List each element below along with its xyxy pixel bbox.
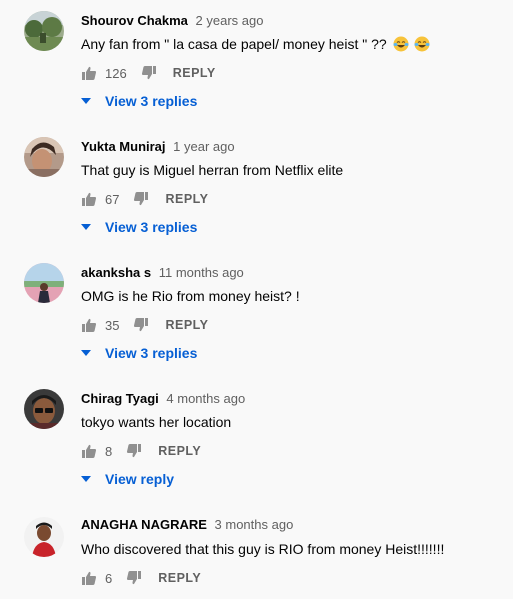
- comment-header: ANAGHA NAGRARE 3 months ago: [81, 517, 293, 532]
- caret-down-icon: [81, 224, 91, 230]
- comment-timestamp[interactable]: 3 months ago: [215, 517, 294, 532]
- comment-header: akanksha s 11 months ago: [81, 265, 244, 280]
- caret-down-icon: [81, 350, 91, 356]
- thumbs-down-icon[interactable]: [133, 191, 149, 207]
- avatar[interactable]: [24, 11, 64, 51]
- caret-down-icon: [81, 476, 91, 482]
- comment-actions: 35 REPLY: [81, 315, 209, 335]
- reply-button[interactable]: REPLY: [165, 318, 208, 332]
- comment-text: tokyo wants her location: [81, 414, 232, 430]
- comment-text: OMG is he Rio from money heist? !: [81, 288, 300, 304]
- view-replies-label: View 3 replies: [105, 219, 198, 235]
- reply-button[interactable]: REPLY: [158, 444, 201, 458]
- thumbs-down-icon[interactable]: [126, 443, 142, 459]
- caret-down-icon: [81, 98, 91, 104]
- like-count: 67: [105, 191, 120, 207]
- comment-timestamp[interactable]: 4 months ago: [166, 391, 245, 406]
- view-replies-button[interactable]: View reply: [79, 471, 174, 487]
- like-count: 35: [105, 317, 120, 333]
- thumbs-up-icon[interactable]: [81, 443, 97, 459]
- thumbs-up-icon[interactable]: [81, 317, 97, 333]
- view-replies-button[interactable]: View 3 replies: [79, 219, 197, 235]
- view-replies-label: View reply: [105, 471, 175, 487]
- comment-text: That guy is Miguel herran from Netflix e…: [81, 162, 344, 178]
- thumbs-down-icon[interactable]: [126, 570, 142, 586]
- comment-actions: 126 REPLY: [81, 63, 216, 83]
- comment-text-body: Any fan from " la casa de papel/ money h…: [81, 36, 387, 52]
- comment-actions: 67 REPLY: [81, 189, 209, 209]
- comment-timestamp[interactable]: 2 years ago: [196, 13, 264, 28]
- comment-author[interactable]: Shourov Chakma: [81, 13, 188, 28]
- thumbs-down-icon[interactable]: [133, 317, 149, 333]
- view-replies-label: View 3 replies: [105, 93, 198, 109]
- avatar[interactable]: [24, 517, 64, 557]
- thumbs-up-icon[interactable]: [81, 570, 97, 586]
- comment-author[interactable]: akanksha s: [81, 265, 151, 280]
- avatar-image: [24, 137, 64, 177]
- comment-actions: 8 REPLY: [81, 441, 201, 461]
- comment-header: Chirag Tyagi 4 months ago: [81, 391, 245, 406]
- thumbs-down-icon[interactable]: [141, 65, 157, 81]
- avatar-image: [24, 517, 64, 557]
- thumbs-up-icon[interactable]: [81, 65, 97, 81]
- comment-text: Who discovered that this guy is RIO from…: [81, 541, 445, 557]
- comment-author[interactable]: Yukta Muniraj: [81, 139, 166, 154]
- comment-header: Shourov Chakma 2 years ago: [81, 13, 263, 28]
- like-count: 6: [105, 570, 113, 586]
- reply-button[interactable]: REPLY: [173, 66, 216, 80]
- comment-author[interactable]: ANAGHA NAGRARE: [81, 517, 207, 532]
- avatar[interactable]: [24, 137, 64, 177]
- comment-timestamp[interactable]: 11 months ago: [159, 265, 244, 280]
- avatar-image: [24, 263, 64, 303]
- reply-button[interactable]: REPLY: [165, 192, 208, 206]
- avatar-image: [24, 11, 64, 51]
- comment-author[interactable]: Chirag Tyagi: [81, 391, 159, 406]
- thumbs-up-icon[interactable]: [81, 191, 97, 207]
- comment-header: Yukta Muniraj 1 year ago: [81, 139, 235, 154]
- avatar[interactable]: [24, 263, 64, 303]
- like-count: 126: [105, 65, 127, 81]
- comment-text: Any fan from " la casa de papel/ money h…: [81, 36, 430, 52]
- view-replies-button[interactable]: View 3 replies: [79, 93, 197, 109]
- tears-of-joy-emoji: [414, 36, 430, 52]
- reply-button[interactable]: REPLY: [158, 571, 201, 585]
- like-count: 8: [105, 443, 113, 459]
- comment-actions: 6 REPLY: [81, 568, 201, 588]
- tears-of-joy-emoji: [393, 36, 409, 52]
- view-replies-label: View 3 replies: [105, 345, 198, 361]
- avatar[interactable]: [24, 389, 64, 429]
- comment-timestamp[interactable]: 1 year ago: [173, 139, 234, 154]
- avatar-image: [24, 389, 64, 429]
- view-replies-button[interactable]: View 3 replies: [79, 345, 197, 361]
